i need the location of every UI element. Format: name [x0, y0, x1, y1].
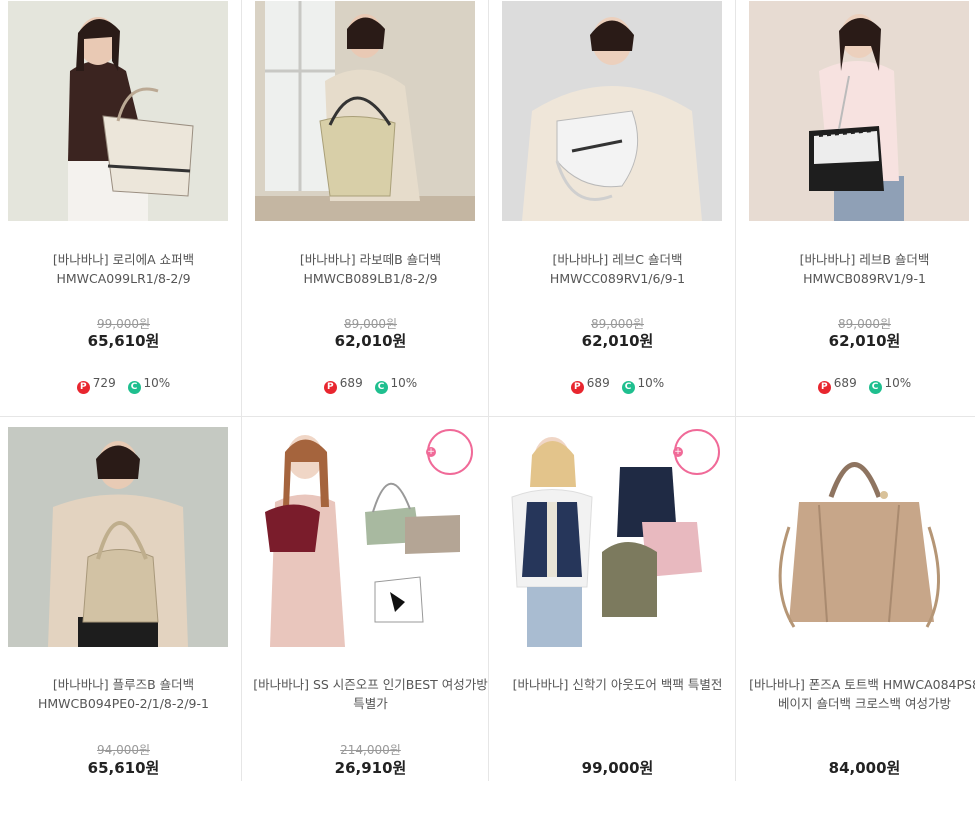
point-amount: 689 — [833, 376, 857, 390]
sale-price: 62,010원 — [334, 332, 407, 350]
product-image[interactable] — [502, 1, 722, 221]
point-icon: P — [76, 381, 90, 394]
plus-icon: + — [426, 447, 436, 457]
product-title[interactable]: [바나바나] 레브B 숄더백 HMWCB089RV1/9-1 — [741, 250, 975, 288]
product-title[interactable]: [바나바나] 라보떼B 숄더백 HMWCB089LB1/8-2/9 — [247, 250, 494, 288]
product-image[interactable] — [749, 427, 969, 647]
sale-price: 26,910원 — [334, 759, 407, 777]
product-card[interactable]: [바나바나] 레브C 숄더백 HMWCC089RV1/6/9-1 89,000원… — [494, 0, 741, 416]
product-image[interactable] — [8, 1, 228, 221]
discount-rate: 10% — [143, 376, 171, 390]
product-image[interactable]: + — [502, 427, 722, 647]
discount-rate: 10% — [390, 376, 418, 390]
point-amount: 689 — [586, 376, 610, 390]
product-image[interactable] — [8, 427, 228, 647]
product-image[interactable] — [255, 1, 475, 221]
product-image[interactable] — [749, 1, 969, 221]
product-title[interactable]: [바나바나] 폰즈A 토트백 HMWCA084PS8 베이지 숄더백 크로스백 … — [741, 675, 975, 713]
sale-price: 62,010원 — [828, 332, 901, 350]
benefit-info: P 689 C 10% — [741, 376, 975, 394]
coupon-icon: C — [127, 381, 141, 394]
gift-badge: + — [673, 429, 720, 475]
coupon-icon: C — [868, 381, 882, 394]
product-grid: [바나바나] 로리에A 쇼퍼백 HMWCA099LR1/8-2/9 99,000… — [0, 0, 975, 781]
product-title[interactable]: [바나바나] SS 시즌오프 인기BEST 여성가방 특별가 — [247, 675, 494, 713]
original-price: 94,000원 — [96, 743, 151, 757]
product-card[interactable]: + [바나바나] 신학기 아웃도어 백팩 특별전 99,000원 — [494, 417, 741, 833]
gift-badge: + — [426, 429, 473, 475]
original-price: 214,000원 — [340, 743, 401, 757]
discount-rate: 10% — [884, 376, 912, 390]
product-card[interactable]: [바나바나] 라보떼B 숄더백 HMWCB089LB1/8-2/9 89,000… — [247, 0, 494, 416]
point-icon: P — [817, 381, 831, 394]
product-title[interactable]: [바나바나] 레브C 숄더백 HMWCC089RV1/6/9-1 — [494, 250, 741, 288]
benefit-info: P 689 C 10% — [247, 376, 494, 394]
benefit-info: P 729 C 10% — [0, 376, 247, 394]
sale-price: 65,610원 — [87, 759, 160, 777]
point-icon: P — [323, 381, 337, 394]
product-title[interactable]: [바나바나] 플루즈B 숄더백 HMWCB094PE0-2/1/8-2/9-1 — [0, 675, 247, 713]
sale-price: 99,000원 — [581, 759, 654, 777]
product-card[interactable]: [바나바나] 로리에A 쇼퍼백 HMWCA099LR1/8-2/9 99,000… — [0, 0, 247, 416]
coupon-icon: C — [374, 381, 388, 394]
sale-price: 84,000원 — [828, 759, 901, 777]
product-card[interactable]: [바나바나] 폰즈A 토트백 HMWCA084PS8 베이지 숄더백 크로스백 … — [741, 417, 975, 833]
product-title[interactable]: [바나바나] 로리에A 쇼퍼백 HMWCA099LR1/8-2/9 — [0, 250, 247, 288]
coupon-icon: C — [621, 381, 635, 394]
sale-price: 62,010원 — [581, 332, 654, 350]
sale-price: 65,610원 — [87, 332, 160, 350]
product-title[interactable]: [바나바나] 신학기 아웃도어 백팩 특별전 — [494, 675, 741, 694]
product-image[interactable]: + — [255, 427, 475, 647]
product-card[interactable]: [바나바나] 레브B 숄더백 HMWCB089RV1/9-1 89,000원 6… — [741, 0, 975, 416]
product-card[interactable]: + [바나바나] SS 시즌오프 인기BEST 여성가방 특별가 214,000… — [247, 417, 494, 833]
point-icon: P — [570, 381, 584, 394]
product-card[interactable]: [바나바나] 플루즈B 숄더백 HMWCB094PE0-2/1/8-2/9-1 … — [0, 417, 247, 833]
discount-rate: 10% — [637, 376, 665, 390]
point-amount: 729 — [92, 376, 116, 390]
point-amount: 689 — [339, 376, 363, 390]
benefit-info: P 689 C 10% — [494, 376, 741, 394]
plus-icon: + — [673, 447, 683, 457]
